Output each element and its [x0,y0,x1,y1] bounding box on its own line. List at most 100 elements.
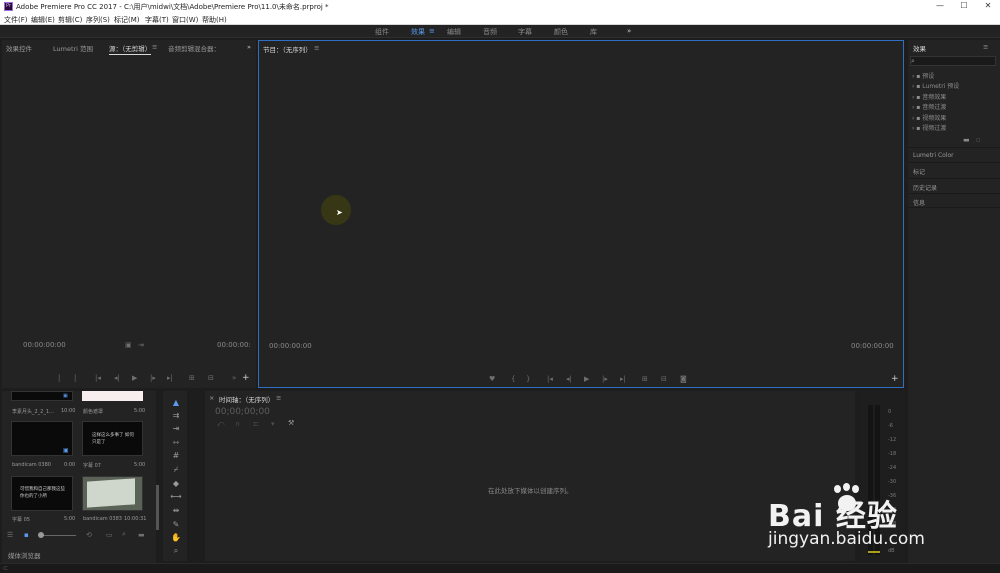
section-history[interactable]: 历史记录 [908,178,1000,193]
section-info[interactable]: 信息 [908,193,1000,208]
menu-title[interactable]: 字幕(T) [145,15,169,25]
track-select-tool-icon[interactable]: ⇉ [170,411,182,423]
new-bin-icon[interactable]: ▬ [138,531,145,539]
new-bin-icon[interactable]: ▬ [963,136,970,144]
section-lumetri-color[interactable]: Lumetri Color [908,147,1000,162]
ripple-edit-tool-icon[interactable]: ⇥ [170,424,182,436]
workspace-assembly[interactable]: 组件 [375,27,389,37]
tab-lumetri-scopes[interactable]: Lumetri 范围 [53,43,93,53]
step-forward-icon[interactable]: |▸ [150,374,156,382]
effects-folder-lumetri-presets[interactable]: › ▪ Lumetri 预设 [912,81,959,90]
menu-window[interactable]: 窗口(W) [172,15,198,25]
add-button-icon[interactable]: + [891,374,899,384]
effects-folder-video-transitions[interactable]: › ▪ 视频过渡 [912,123,946,132]
tab-menu-icon[interactable]: ≡ [152,43,157,51]
maximize-button[interactable]: ☐ [951,1,977,12]
export-frame-icon[interactable]: ◙ [680,375,687,383]
wrench-icon[interactable]: ⚒ [288,419,294,427]
slip-tool-icon[interactable]: ◆ [170,479,182,491]
extract-icon[interactable]: ⊟ [661,375,667,383]
workspace-editing[interactable]: 编辑 [447,27,461,37]
workspace-audio[interactable]: 音频 [483,27,497,37]
search-icon[interactable]: ⌕ [122,530,126,539]
workspace-color[interactable]: 颜色 [554,27,568,37]
delete-icon[interactable]: ▫ [976,136,981,144]
mark-out-icon[interactable]: | [74,374,76,382]
timeline-close-icon[interactable]: × [209,394,214,402]
color-matte-thumbnail[interactable] [82,391,143,401]
workspace-titles[interactable]: 字幕 [518,27,532,37]
effects-folder-presets[interactable]: › ▪ 预设 [912,71,934,80]
menu-help[interactable]: 帮助(H) [202,15,227,25]
close-button[interactable]: ✕ [975,1,1000,12]
insert-icon[interactable]: ⇥ [138,341,144,349]
snap-icon[interactable]: ∩ [235,420,240,428]
workspace-overflow-icon[interactable]: » [627,27,631,35]
nest-icon[interactable]: ⤺ [217,420,224,429]
effects-menu-icon[interactable]: ≡ [983,43,988,51]
zoom-slider-handle[interactable] [38,532,44,538]
tab-audio-clip-mixer[interactable]: 音频剪辑混合器： [168,43,220,53]
linked-selection-icon[interactable]: ⊏ [253,420,259,428]
workspace-effects[interactable]: 效果 [411,27,425,37]
effects-folder-audio-transitions[interactable]: › ▪ 音频过渡 [912,102,946,111]
pen-tool-icon[interactable]: ⇹ [170,506,182,518]
workspace-libraries[interactable]: 库 [590,27,597,37]
go-to-out-icon[interactable]: ▸| [167,374,173,382]
mark-out-icon[interactable]: } [526,375,530,383]
program-menu-icon[interactable]: ≡ [314,44,319,52]
timeline-menu-icon[interactable]: ≡ [276,394,281,402]
add-marker-icon[interactable]: ♥ [489,375,495,383]
go-to-in-icon[interactable]: |◂ [547,375,553,383]
go-to-in-icon[interactable]: |◂ [95,374,101,382]
section-markers[interactable]: 标记 [908,162,1000,177]
hand-tool-icon[interactable]: ✋ [170,533,182,545]
media-scrollbar[interactable] [156,485,159,530]
menu-sequence[interactable]: 序列(S) [86,15,110,25]
timeline-timecode[interactable]: 00;00;00;00 [215,407,270,417]
button-editor-icon[interactable]: » [232,374,236,382]
effects-search-input[interactable] [910,56,996,66]
program-timecode-current[interactable]: 00:00:00:00 [269,342,312,350]
meter-scale-label: -6 [888,423,893,429]
menu-marker[interactable]: 标记(M) [114,15,140,25]
mark-in-icon[interactable]: { [511,375,515,383]
step-back-icon[interactable]: ◂| [114,374,120,382]
step-forward-icon[interactable]: |▸ [602,375,608,383]
zoom-slider[interactable] [40,535,76,536]
zoom-tool-icon[interactable]: ⌕ [170,546,182,558]
menu-file[interactable]: 文件(F) [4,15,28,25]
overwrite-clip-icon[interactable]: ⊟ [208,374,214,382]
tab-effect-controls[interactable]: 效果控件 [6,43,32,53]
panel-overflow-icon[interactable]: » [247,43,251,51]
go-to-out-icon[interactable]: ▸| [620,375,626,383]
play-icon[interactable]: ▶ [132,374,137,382]
mark-in-icon[interactable]: | [58,374,60,382]
rate-stretch-tool-icon[interactable]: # [170,451,182,463]
media-browser-tab[interactable]: 媒体浏览器 [8,550,41,560]
workspace-menu-icon[interactable]: ≡ [429,27,435,35]
find-icon[interactable]: ▭ [106,531,113,539]
add-marker-icon[interactable]: ▾ [271,420,275,428]
insert-clip-icon[interactable]: ⊞ [189,374,195,382]
selection-tool-icon[interactable]: ▲ [170,398,182,410]
automate-icon[interactable]: ⟲ [86,531,92,539]
source-timecode-current[interactable]: 00:00:00:00 [23,341,66,349]
menu-clip[interactable]: 剪辑(C) [58,15,82,25]
export-frame-icon[interactable]: ▣ [125,341,132,349]
play-icon[interactable]: ▶ [584,375,589,383]
add-button-icon[interactable]: + [242,373,250,383]
pen-icon[interactable]: ✎ [170,520,182,532]
menu-edit[interactable]: 编辑(E) [31,15,55,25]
tab-source[interactable]: 源：（无剪辑） [109,43,152,55]
icon-view-icon[interactable]: ▪ [24,531,29,539]
slide-tool-icon[interactable]: ⟷ [170,492,182,504]
list-view-icon[interactable]: ☰ [7,531,13,539]
rolling-edit-tool-icon[interactable]: ⇿ [170,438,182,450]
step-back-icon[interactable]: ◂| [566,375,572,383]
effects-folder-audio-effects[interactable]: › ▪ 音频效果 [912,92,946,101]
minimize-button[interactable]: — [927,1,953,12]
effects-folder-video-effects[interactable]: › ▪ 视频效果 [912,113,946,122]
lift-icon[interactable]: ⊞ [642,375,648,383]
razor-tool-icon[interactable]: ⌿ [170,465,182,477]
